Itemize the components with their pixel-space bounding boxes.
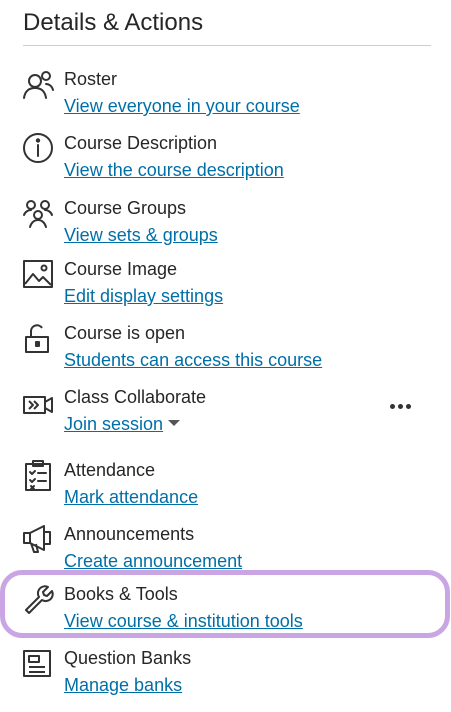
unlock-icon bbox=[22, 322, 54, 354]
image-icon bbox=[22, 258, 54, 290]
info-icon bbox=[22, 132, 54, 164]
more-options-icon[interactable] bbox=[388, 398, 414, 414]
course-open-item: Course is open Students can access this … bbox=[0, 322, 451, 378]
class-collaborate-item: Class Collaborate Join session bbox=[0, 386, 451, 442]
course-groups-link[interactable]: View sets & groups bbox=[64, 224, 218, 246]
roster-link[interactable]: View everyone in your course bbox=[64, 95, 300, 117]
course-image-link[interactable]: Edit display settings bbox=[64, 285, 223, 307]
title-divider bbox=[23, 45, 431, 46]
question-banks-link[interactable]: Manage banks bbox=[64, 674, 182, 696]
course-groups-item: Course Groups View sets & groups bbox=[0, 197, 451, 253]
wrench-icon bbox=[22, 583, 54, 615]
books-tools-item: Books & Tools View course & institution … bbox=[0, 583, 451, 639]
course-groups-label: Course Groups bbox=[64, 198, 187, 218]
groups-icon bbox=[22, 197, 54, 229]
roster-icon bbox=[22, 68, 54, 100]
course-description-item: Course Description View the course descr… bbox=[0, 132, 451, 188]
course-description-label: Course Description bbox=[64, 133, 218, 153]
roster-item: Roster View everyone in your course bbox=[0, 68, 451, 124]
join-session-link[interactable]: Join session bbox=[64, 413, 163, 435]
announcements-link[interactable]: Create announcement bbox=[64, 550, 242, 572]
video-camera-icon bbox=[22, 389, 54, 421]
announcements-label: Announcements bbox=[64, 524, 195, 544]
roster-label: Roster bbox=[64, 69, 118, 89]
class-collaborate-label: Class Collaborate bbox=[64, 387, 207, 407]
course-image-item: Course Image Edit display settings bbox=[0, 258, 451, 314]
attendance-item: Attendance Mark attendance bbox=[0, 459, 451, 515]
course-open-link[interactable]: Students can access this course bbox=[64, 349, 322, 371]
question-banks-item: Question Banks Manage banks bbox=[0, 647, 451, 703]
question-banks-label: Question Banks bbox=[64, 648, 192, 668]
clipboard-checklist-icon bbox=[22, 459, 54, 491]
books-tools-link[interactable]: View course & institution tools bbox=[64, 610, 303, 632]
announcements-item: Announcements Create announcement bbox=[0, 523, 451, 579]
panel-title: Details & Actions bbox=[23, 9, 204, 36]
course-description-link[interactable]: View the course description bbox=[64, 159, 284, 181]
course-open-label: Course is open bbox=[64, 323, 186, 343]
attendance-label: Attendance bbox=[64, 460, 156, 480]
course-image-label: Course Image bbox=[64, 259, 178, 279]
megaphone-icon bbox=[22, 523, 54, 555]
books-tools-label: Books & Tools bbox=[64, 584, 178, 604]
question-bank-icon bbox=[22, 647, 54, 679]
chevron-down-icon[interactable] bbox=[168, 420, 180, 426]
attendance-link[interactable]: Mark attendance bbox=[64, 486, 198, 508]
